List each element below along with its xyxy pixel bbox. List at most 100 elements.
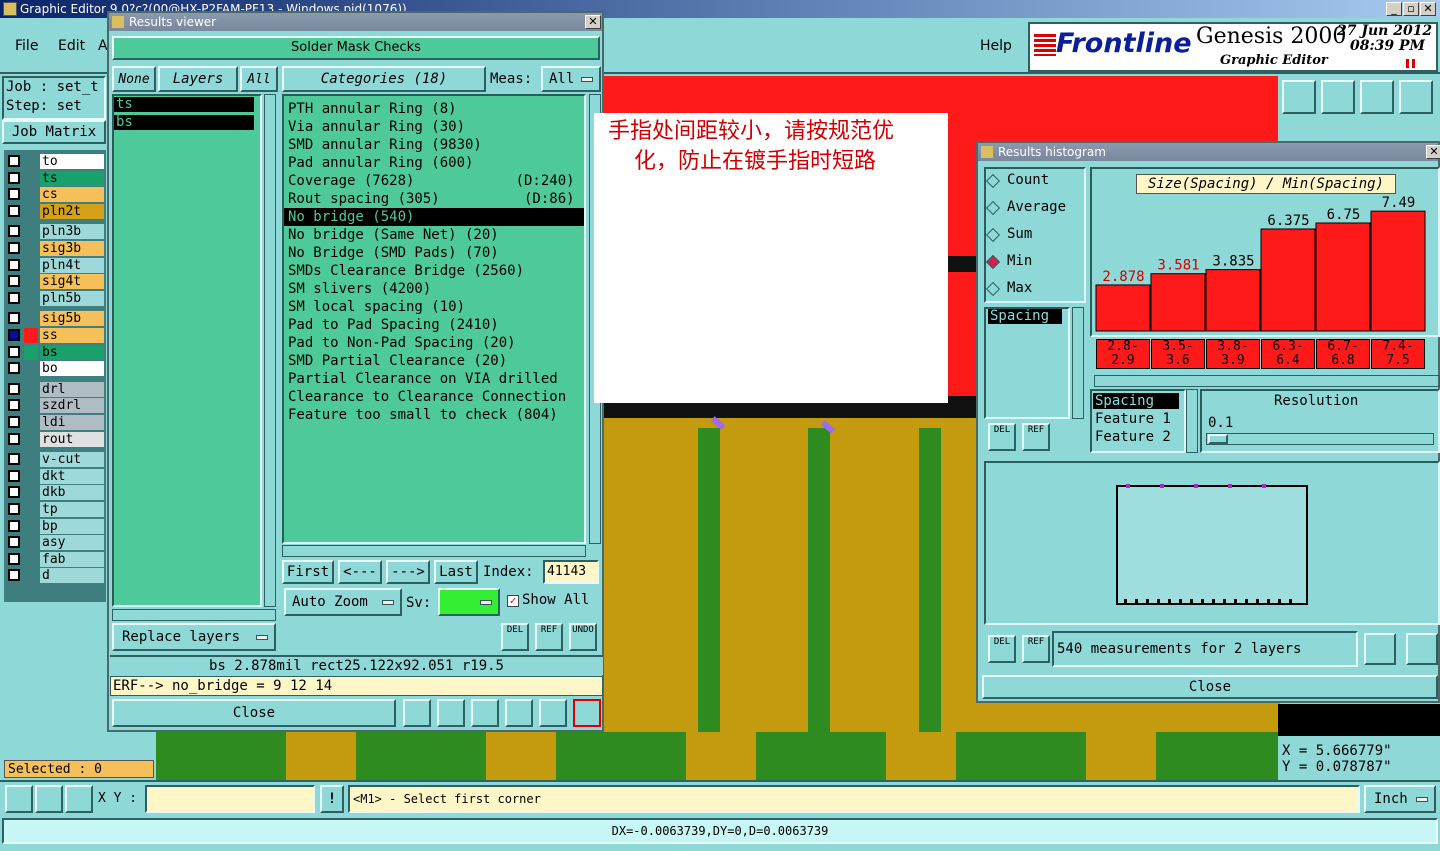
sv-select[interactable] — [438, 588, 500, 616]
none-button[interactable]: None — [112, 66, 156, 92]
layer-checkbox[interactable] — [8, 345, 20, 358]
layer-row[interactable]: ldi — [6, 415, 104, 430]
layer-row[interactable]: szdrl — [6, 398, 104, 414]
result-layer-ts[interactable]: ts — [114, 97, 254, 112]
category-hscroll[interactable] — [282, 545, 586, 557]
auto-zoom-button[interactable]: Auto Zoom — [284, 588, 402, 616]
grid-icon[interactable] — [65, 785, 93, 813]
layer-list-hscroll[interactable] — [112, 609, 276, 621]
layer-row[interactable]: asy — [6, 535, 104, 551]
tool-icon-5[interactable] — [539, 699, 567, 727]
menu-file[interactable]: File — [15, 38, 38, 54]
open-step-icon[interactable] — [1282, 80, 1316, 114]
category-item[interactable]: Rout spacing (305) (D:86) — [284, 190, 584, 208]
layer-checkbox[interactable] — [8, 291, 20, 304]
layer-row[interactable]: v-cut — [6, 452, 104, 468]
close-app-button[interactable]: ✕ — [1420, 2, 1436, 16]
layer-row[interactable]: fab — [6, 551, 104, 567]
layer-list-vscroll[interactable] — [264, 94, 276, 607]
category-item[interactable]: SMD annular Ring (9830) — [284, 136, 584, 154]
category-item[interactable]: SMD Partial Clearance (20) — [284, 352, 584, 370]
layer-row[interactable]: pln4t — [6, 257, 104, 273]
feature-option[interactable]: Feature 2 — [1093, 429, 1179, 445]
layer-row[interactable]: dkt — [6, 468, 104, 484]
hist-ref-button[interactable]: REF — [1022, 423, 1050, 451]
save-icon[interactable] — [1321, 80, 1355, 114]
histogram-bar[interactable] — [1205, 269, 1261, 332]
feature-option[interactable]: Spacing — [1093, 393, 1179, 409]
feature-select-scroll[interactable] — [1186, 389, 1198, 453]
histogram-bar[interactable] — [1095, 284, 1151, 332]
layer-row[interactable]: sig3b — [6, 241, 104, 256]
layer-checkbox[interactable] — [8, 382, 20, 395]
layer-row[interactable]: rout — [6, 431, 104, 447]
layer-checkbox[interactable] — [8, 155, 20, 167]
category-item[interactable]: Pad annular Ring (600) — [284, 154, 584, 172]
resolution-slider[interactable] — [1206, 433, 1434, 445]
category-item[interactable]: Feature too small to check (804) — [284, 406, 584, 424]
menu-edit[interactable]: Edit — [58, 38, 85, 54]
results-close-x[interactable]: ✕ — [585, 15, 601, 29]
category-item[interactable]: No bridge (540) — [284, 208, 584, 226]
feature-option[interactable]: Feature 1 — [1093, 411, 1179, 427]
layer-row[interactable]: dkb — [6, 485, 104, 501]
last-button[interactable]: Last — [434, 560, 478, 584]
ref-button[interactable]: REF — [535, 623, 563, 651]
window-layout-icon[interactable] — [1399, 80, 1433, 114]
layer-checkbox[interactable] — [8, 469, 20, 482]
layer-checkbox[interactable] — [8, 188, 20, 201]
layer-checkbox[interactable] — [8, 569, 20, 582]
category-item[interactable]: No Bridge (SMD Pads) (70) — [284, 244, 584, 262]
layer-row[interactable]: d — [6, 568, 104, 584]
layer-row[interactable]: tp — [6, 502, 104, 517]
layer-row[interactable]: pln2t — [6, 203, 104, 219]
layer-row[interactable]: ts — [6, 170, 104, 186]
export-icon[interactable] — [1364, 633, 1396, 665]
layer-row[interactable]: to — [6, 154, 104, 169]
layer-checkbox[interactable] — [8, 225, 20, 238]
xy-input[interactable] — [145, 785, 315, 813]
tool-icon-3[interactable] — [471, 699, 499, 727]
layer-checkbox[interactable] — [8, 432, 20, 445]
histogram-bar[interactable] — [1370, 210, 1426, 332]
del-button[interactable]: DEL — [501, 623, 529, 651]
category-item[interactable]: SM local spacing (10) — [284, 298, 584, 316]
category-item[interactable]: PTH annular Ring (8) — [284, 100, 584, 118]
measure-icon[interactable] — [35, 785, 63, 813]
zoom-icon[interactable] — [5, 785, 33, 813]
layer-row[interactable]: cs — [6, 187, 104, 203]
category-item[interactable]: Coverage (7628) (D:240) — [284, 172, 584, 190]
bins-hscroll[interactable] — [1094, 375, 1440, 387]
layers-button[interactable]: Layers — [158, 66, 238, 92]
next-button[interactable]: ---> — [386, 560, 430, 584]
layer-row[interactable]: bs — [6, 344, 104, 360]
layer-checkbox[interactable] — [8, 416, 20, 428]
layer-row[interactable]: bp — [6, 518, 104, 534]
job-matrix-button[interactable]: Job Matrix — [2, 120, 106, 144]
layer-checkbox[interactable] — [8, 536, 20, 549]
category-item[interactable]: SMDs Clearance Bridge (2560) — [284, 262, 584, 280]
categories-button[interactable]: Categories (18) — [282, 66, 486, 92]
hist-ref-button-2[interactable]: REF — [1022, 635, 1050, 663]
layer-checkbox[interactable] — [8, 171, 20, 184]
histogram-bar[interactable] — [1260, 228, 1316, 332]
layer-row[interactable]: pln5b — [6, 290, 104, 306]
layer-checkbox[interactable] — [8, 552, 20, 565]
results-close-button[interactable]: Close — [112, 699, 396, 727]
layer-row[interactable]: drl — [6, 381, 104, 397]
replace-layers-button[interactable]: Replace layers — [112, 623, 276, 651]
layer-checkbox[interactable] — [8, 503, 20, 515]
category-item[interactable]: Pad to Pad Spacing (2410) — [284, 316, 584, 334]
layer-checkbox[interactable] — [8, 362, 20, 375]
layer-row[interactable]: bo — [6, 361, 104, 377]
category-item[interactable]: SM slivers (4200) — [284, 280, 584, 298]
feature-list-spacing[interactable]: Spacing — [988, 309, 1062, 324]
tool-icon-1[interactable] — [403, 699, 431, 727]
result-layer-bs[interactable]: bs — [114, 115, 254, 130]
index-input[interactable]: 41143 — [543, 560, 599, 584]
layer-row[interactable]: sig4t — [6, 274, 104, 290]
zoom-window-icon[interactable] — [1406, 633, 1438, 665]
undo-button[interactable]: UNDO — [569, 623, 597, 651]
layer-checkbox[interactable] — [8, 329, 20, 341]
layer-checkbox[interactable] — [8, 242, 20, 254]
